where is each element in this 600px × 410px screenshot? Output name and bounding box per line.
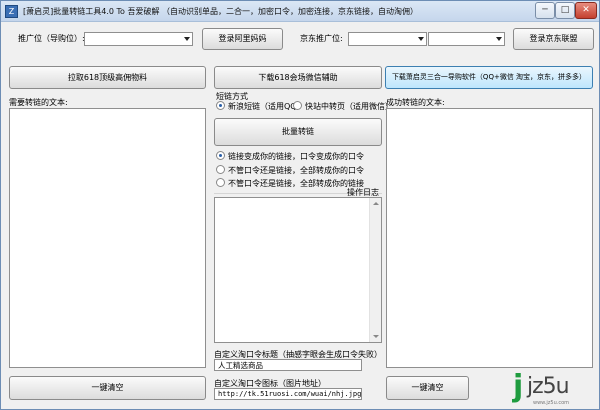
close-button[interactable]: ✕ [575,2,597,19]
window-title: [萧启灵]批量转链工具4.0 To 吾爱破解 （自动识别单品，二合一，加密口令，… [23,7,419,16]
radio-kuaizhan-label: 快站中转页（适用微信） [305,102,393,111]
login-alimama-button[interactable]: 登录阿里妈妈 [202,28,283,50]
operation-log-area[interactable] [214,197,382,343]
app-window: Z [萧启灵]批量转链工具4.0 To 吾爱破解 （自动识别单品，二合一，加密口… [0,0,600,410]
promo-position-select[interactable] [84,32,193,46]
watermark-text: jz5u [527,374,570,399]
watermark-j: j [513,369,524,404]
scroll-down-icon[interactable] [370,331,381,342]
custom-title-input[interactable]: 人工精选商品 [214,359,362,371]
jd-position-select-2[interactable] [428,32,505,46]
radio-selected-icon [216,151,225,160]
clear-output-button[interactable]: 一键清空 [386,376,469,400]
output-mode-3-label: 不管口令还是链接，全部转成你的链接 [228,179,364,188]
watermark-sub: www.jz5u.com [533,400,570,406]
radio-unselected-icon [216,178,225,187]
app-icon: Z [5,5,18,18]
output-text-label: 成功转链的文本: [386,98,445,107]
input-text-label: 需要转链的文本: [9,98,68,107]
radio-output-mode-1[interactable]: 链接变成你的链接，口令变成你的口令 [216,151,364,162]
batch-convert-button[interactable]: 批量转链 [214,118,382,146]
output-text-area[interactable] [386,108,593,368]
chevron-down-icon [184,37,190,41]
output-mode-2-label: 不管口令还是链接，全部转成你的口令 [228,166,364,175]
maximize-button[interactable]: □ [555,2,575,19]
radio-unselected-icon [216,165,225,174]
clear-input-button[interactable]: 一键清空 [9,376,206,400]
title-bar[interactable]: Z [萧启灵]批量转链工具4.0 To 吾爱破解 （自动识别单品，二合一，加密口… [1,1,599,22]
radio-selected-icon [216,101,225,110]
input-text-area[interactable] [9,108,206,368]
minimize-button[interactable]: ─ [535,2,555,19]
fetch-618-materials-button[interactable]: 拉取618顶级高佣物料 [9,66,206,89]
jd-position-select-1[interactable] [348,32,427,46]
download-3in1-software-button[interactable]: 下载萧启灵三合一导购软件（QQ+微信 淘宝，京东，拼多多） [385,66,593,89]
download-618-wechat-button[interactable]: 下载618会场微信辅助 [214,66,382,89]
radio-kuaizhan-relay[interactable]: 快站中转页（适用微信） [293,101,393,112]
custom-icon-input[interactable]: http://tk.51ruosi.com/wuai/nhj.jpg [214,388,362,400]
promo-position-label: 推广位（导购位）: [18,34,85,43]
output-mode-1-label: 链接变成你的链接，口令变成你的口令 [228,152,364,161]
radio-output-mode-2[interactable]: 不管口令还是链接，全部转成你的口令 [216,165,364,176]
log-scrollbar[interactable] [369,198,381,342]
jd-position-label: 京东推广位: [300,34,343,43]
chevron-down-icon [496,37,502,41]
login-jd-union-button[interactable]: 登录京东联盟 [513,28,594,50]
radio-sina-short-link[interactable]: 新浪短链（适用QQ） [216,101,305,112]
radio-output-mode-3[interactable]: 不管口令还是链接，全部转成你的链接 [216,178,364,189]
jz5u-watermark-logo: j jz5u www.jz5u.com [513,369,600,410]
radio-unselected-icon [293,101,302,110]
scroll-up-icon[interactable] [370,198,381,209]
chevron-down-icon [418,37,424,41]
